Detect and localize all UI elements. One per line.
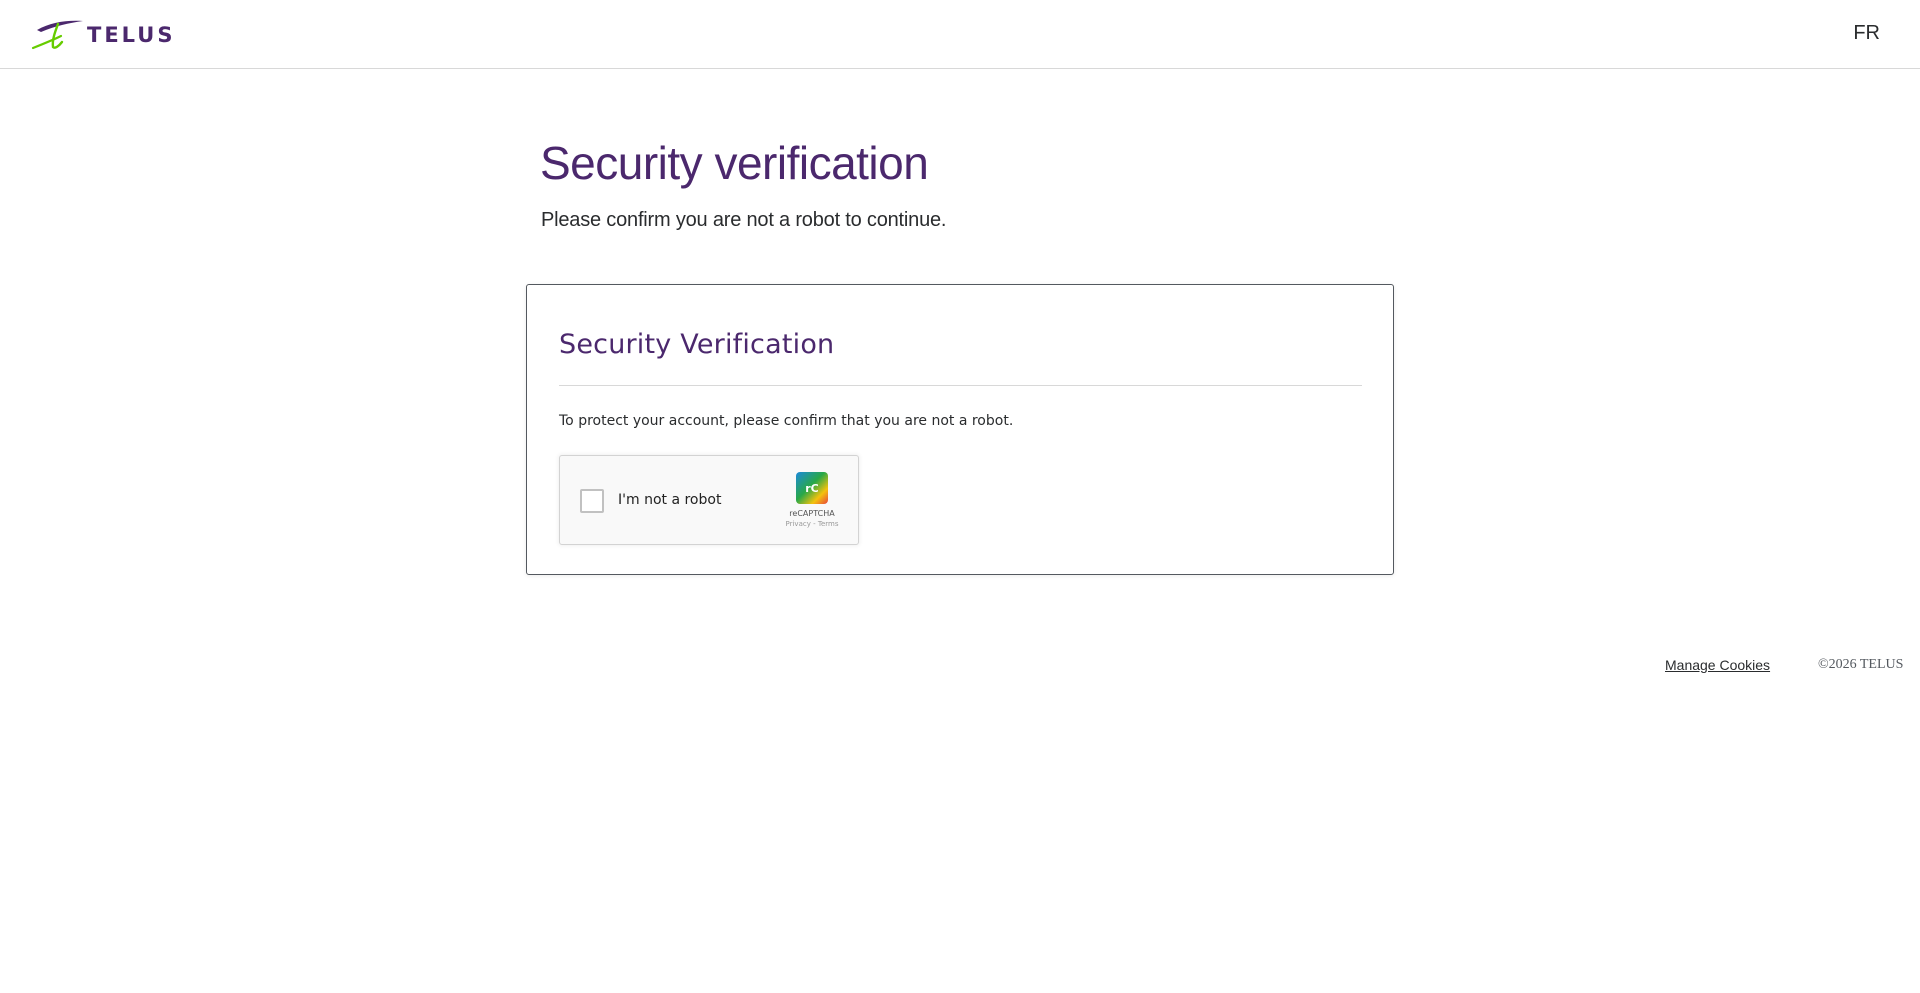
recaptcha-widget: I'm not a robot rC reCAPTCHA Privacy - T… bbox=[559, 455, 859, 545]
recaptcha-label[interactable]: I'm not a robot bbox=[618, 492, 721, 508]
recaptcha-links: Privacy - Terms bbox=[770, 520, 854, 528]
recaptcha-link-separator: - bbox=[810, 520, 818, 528]
manage-cookies-link[interactable]: Manage Cookies bbox=[1665, 657, 1770, 673]
card-description: To protect your account, please confirm … bbox=[559, 413, 1014, 429]
recaptcha-logo-icon: rC bbox=[796, 472, 828, 504]
page-subtitle: Please confirm you are not a robot to co… bbox=[541, 209, 947, 231]
page-title: Security verification bbox=[540, 137, 929, 189]
card-title: Security Verification bbox=[559, 329, 835, 360]
telus-logo-icon bbox=[31, 20, 83, 50]
card-divider bbox=[559, 385, 1362, 386]
verification-card: Security Verification To protect your ac… bbox=[526, 284, 1394, 575]
recaptcha-checkbox[interactable] bbox=[580, 489, 604, 513]
copyright-text: ©2026 TELUS bbox=[1818, 657, 1904, 672]
telus-logo[interactable]: TELUS bbox=[31, 18, 175, 52]
recaptcha-privacy-link[interactable]: Privacy bbox=[786, 520, 811, 528]
language-toggle-link[interactable]: FR bbox=[1853, 22, 1880, 45]
brand-name: TELUS bbox=[87, 23, 176, 47]
recaptcha-terms-link[interactable]: Terms bbox=[818, 520, 839, 528]
site-header: TELUS FR bbox=[0, 0, 1920, 69]
recaptcha-logo-text: rC bbox=[805, 481, 819, 495]
recaptcha-brand: reCAPTCHA bbox=[789, 509, 835, 518]
